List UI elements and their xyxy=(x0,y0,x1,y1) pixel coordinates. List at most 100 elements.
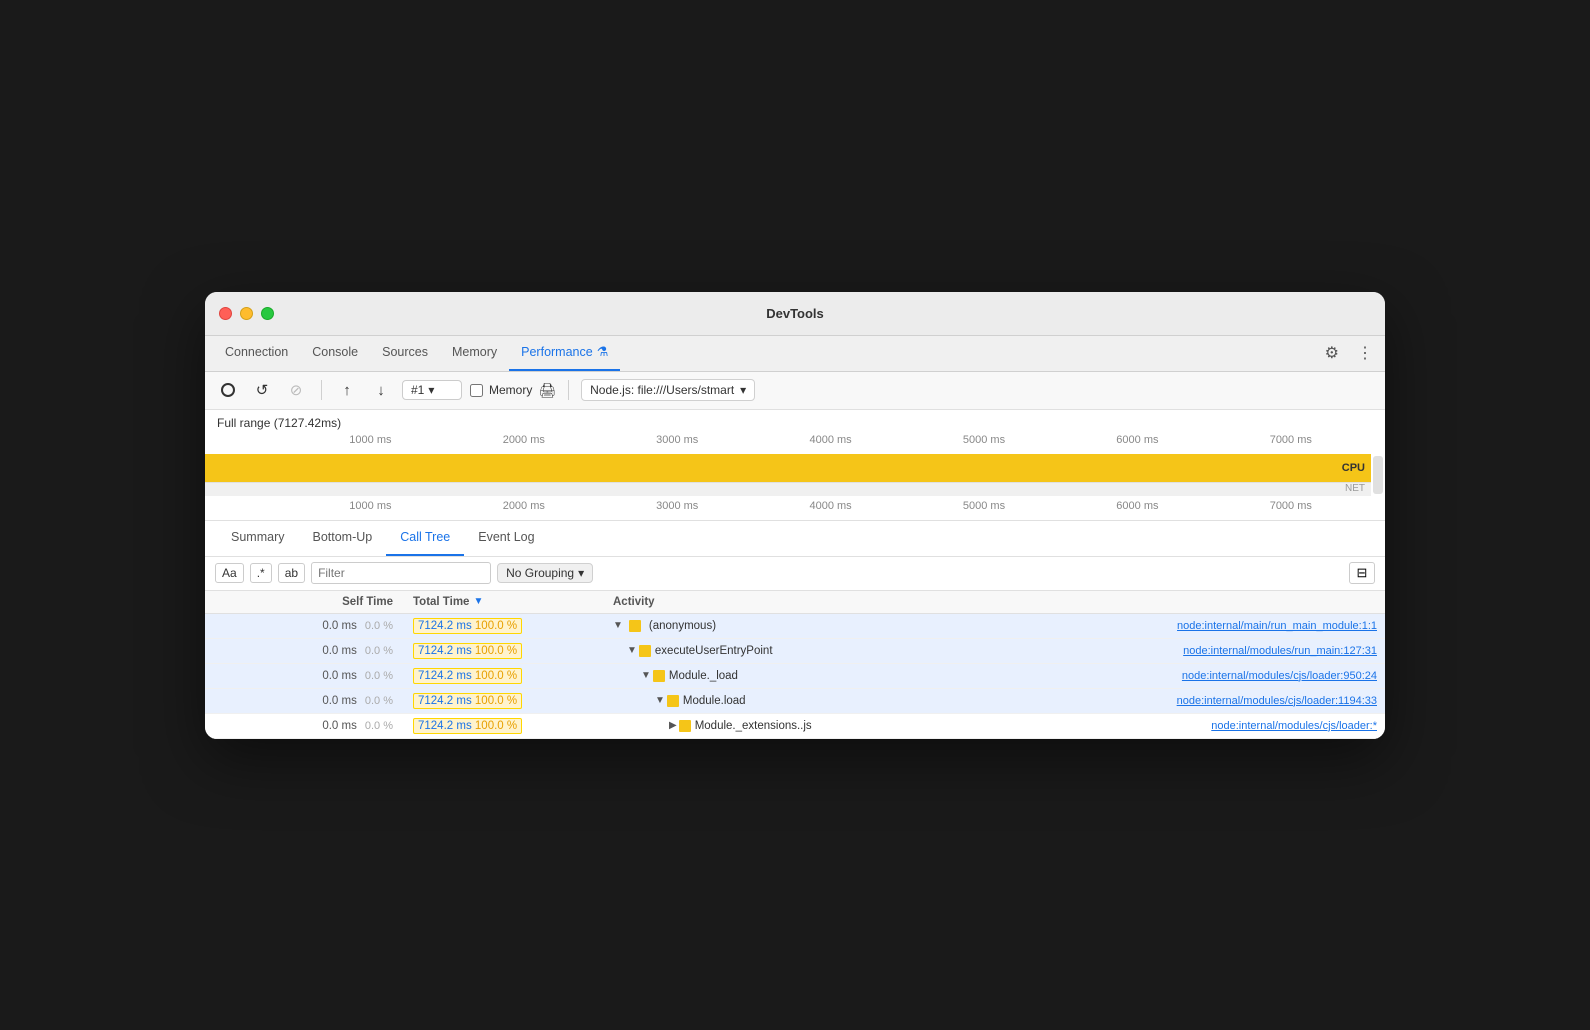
mark-b-7000: 7000 ms xyxy=(1270,500,1312,512)
memory-toggle[interactable]: Memory 🖨 xyxy=(470,382,556,399)
settings-button[interactable]: ⚙ xyxy=(1321,341,1343,365)
panel-toggle-button[interactable]: ⊟ xyxy=(1349,562,1375,584)
tab-bottom-up[interactable]: Bottom-Up xyxy=(298,520,386,556)
table-row: 0.0 ms 0.0 % 7124.2 ms 100.0 % ▼ (anonym… xyxy=(205,614,1385,639)
expand-icon-4[interactable]: ▶ xyxy=(669,720,677,731)
tab-memory[interactable]: Memory xyxy=(440,335,509,371)
activity-icon-0 xyxy=(629,620,641,632)
cell-activity-3: ▼ Module.load node:internal/modules/cjs/… xyxy=(605,691,1385,711)
filter-input[interactable] xyxy=(311,562,491,584)
mark-3000: 3000 ms xyxy=(656,434,698,446)
fn-link-3[interactable]: node:internal/modules/cjs/loader:1194:33 xyxy=(1177,695,1377,707)
header-activity: Activity xyxy=(605,591,1385,613)
upload-button[interactable]: ↑ xyxy=(334,377,360,403)
mark-7000: 7000 ms xyxy=(1270,434,1312,446)
cell-total-0: 7124.2 ms 100.0 % xyxy=(405,614,605,638)
titlebar: DevTools xyxy=(205,292,1385,336)
scrollbar-vertical[interactable] xyxy=(1373,456,1383,494)
tab-performance[interactable]: Performance ⚗ xyxy=(509,335,620,371)
header-total-time[interactable]: Total Time ▼ xyxy=(405,591,605,613)
separator-2 xyxy=(568,380,569,400)
expand-icon-3[interactable]: ▼ xyxy=(655,695,665,706)
node-selector[interactable]: Node.js: file:///Users/stmart ▾ xyxy=(581,379,755,401)
performance-icon: ⚗ xyxy=(597,344,609,360)
tab-sources[interactable]: Sources xyxy=(370,335,440,371)
action-bar: ↺ ⊘ ↑ ↓ #1 ▾ Memory 🖨 Node.js: file:///U… xyxy=(205,372,1385,410)
mark-b-4000: 4000 ms xyxy=(809,500,851,512)
tab-connection[interactable]: Connection xyxy=(213,335,300,371)
grouping-select[interactable]: No Grouping ▾ xyxy=(497,563,593,583)
cell-self-3: 0.0 ms 0.0 % xyxy=(205,691,405,711)
time-ruler-top: 1000 ms 2000 ms 3000 ms 4000 ms 5000 ms … xyxy=(205,430,1385,454)
fn-link-2[interactable]: node:internal/modules/cjs/loader:950:24 xyxy=(1182,670,1377,682)
mark-b-5000: 5000 ms xyxy=(963,500,1005,512)
refresh-button[interactable]: ↺ xyxy=(249,377,275,403)
mark-4000: 4000 ms xyxy=(809,434,851,446)
mark-b-1000: 1000 ms xyxy=(349,500,391,512)
mark-2000: 2000 ms xyxy=(503,434,545,446)
traffic-lights xyxy=(219,307,274,320)
memory-icon: 🖨 xyxy=(538,382,556,399)
clear-button[interactable]: ⊘ xyxy=(283,377,309,403)
ab-button[interactable]: ab xyxy=(278,563,305,583)
aa-button[interactable]: Aa xyxy=(215,563,244,583)
record-button[interactable] xyxy=(215,377,241,403)
cell-total-3: 7124.2 ms 100.0 % xyxy=(405,689,605,713)
fn-link-4[interactable]: node:internal/modules/cjs/loader:* xyxy=(1211,720,1377,732)
mark-5000: 5000 ms xyxy=(963,434,1005,446)
cell-self-1: 0.0 ms 0.0 % xyxy=(205,641,405,661)
tab-console[interactable]: Console xyxy=(300,335,370,371)
cpu-row: CPU NET xyxy=(205,454,1385,496)
cell-total-2: 7124.2 ms 100.0 % xyxy=(405,664,605,688)
tab-call-tree[interactable]: Call Tree xyxy=(386,520,464,556)
cell-activity-2: ▼ Module._load node:internal/modules/cjs… xyxy=(605,666,1385,686)
expand-icon-1[interactable]: ▼ xyxy=(627,645,637,656)
fn-link-1[interactable]: node:internal/modules/run_main:127:31 xyxy=(1183,645,1377,657)
close-button[interactable] xyxy=(219,307,232,320)
grouping-dropdown-icon: ▾ xyxy=(578,566,584,580)
regex-button[interactable]: .* xyxy=(250,563,272,583)
activity-icon-3 xyxy=(667,695,679,707)
range-label: Full range (7127.42ms) xyxy=(205,410,1385,430)
table-header: Self Time Total Time ▼ Activity xyxy=(205,591,1385,614)
session-dropdown-icon: ▾ xyxy=(428,383,434,397)
tab-event-log[interactable]: Event Log xyxy=(464,520,548,556)
table-row: 0.0 ms 0.0 % 7124.2 ms 100.0 % ▼ Module.… xyxy=(205,664,1385,689)
mark-b-3000: 3000 ms xyxy=(656,500,698,512)
tab-summary[interactable]: Summary xyxy=(217,520,298,556)
filter-bar: Aa .* ab No Grouping ▾ ⊟ xyxy=(205,557,1385,591)
expand-icon-0[interactable]: ▼ xyxy=(613,620,623,631)
fn-link-0[interactable]: node:internal/main/run_main_module:1:1 xyxy=(1177,620,1377,632)
node-dropdown-icon: ▾ xyxy=(740,383,746,397)
call-tree-table: Self Time Total Time ▼ Activity 0.0 ms 0… xyxy=(205,591,1385,739)
header-self-time: Self Time xyxy=(205,591,405,613)
cpu-bar: CPU xyxy=(205,454,1371,482)
time-ruler-bottom: 1000 ms 2000 ms 3000 ms 4000 ms 5000 ms … xyxy=(205,496,1385,520)
download-button[interactable]: ↓ xyxy=(368,377,394,403)
cell-total-4: 7124.2 ms 100.0 % xyxy=(405,714,605,738)
devtools-window: DevTools Connection Console Sources Memo… xyxy=(205,292,1385,739)
minimize-button[interactable] xyxy=(240,307,253,320)
memory-checkbox-input[interactable] xyxy=(470,384,483,397)
timeline-container: Full range (7127.42ms) 1000 ms 2000 ms 3… xyxy=(205,410,1385,521)
cell-total-1: 7124.2 ms 100.0 % xyxy=(405,639,605,663)
main-tab-bar: Connection Console Sources Memory Perfor… xyxy=(205,336,1385,372)
activity-icon-1 xyxy=(639,645,651,657)
sort-icon: ▼ xyxy=(473,596,483,607)
activity-icon-2 xyxy=(653,670,665,682)
cell-self-0: 0.0 ms 0.0 % xyxy=(205,616,405,636)
expand-icon-2[interactable]: ▼ xyxy=(641,670,651,681)
cell-self-2: 0.0 ms 0.0 % xyxy=(205,666,405,686)
activity-icon-4 xyxy=(679,720,691,732)
separator-1 xyxy=(321,380,322,400)
cell-activity-1: ▼ executeUserEntryPoint node:internal/mo… xyxy=(605,641,1385,661)
mark-1000: 1000 ms xyxy=(349,434,391,446)
more-menu-button[interactable]: ⋮ xyxy=(1353,341,1377,365)
toolbar-actions: ⚙ ⋮ xyxy=(1321,341,1377,365)
cell-activity-4: ▶ Module._extensions..js node:internal/m… xyxy=(605,716,1385,736)
mark-6000: 6000 ms xyxy=(1116,434,1158,446)
table-row: 0.0 ms 0.0 % 7124.2 ms 100.0 % ▼ Module.… xyxy=(205,689,1385,714)
cell-activity-0: ▼ (anonymous) node:internal/main/run_mai… xyxy=(605,616,1385,636)
session-selector[interactable]: #1 ▾ xyxy=(402,380,462,400)
fullscreen-button[interactable] xyxy=(261,307,274,320)
